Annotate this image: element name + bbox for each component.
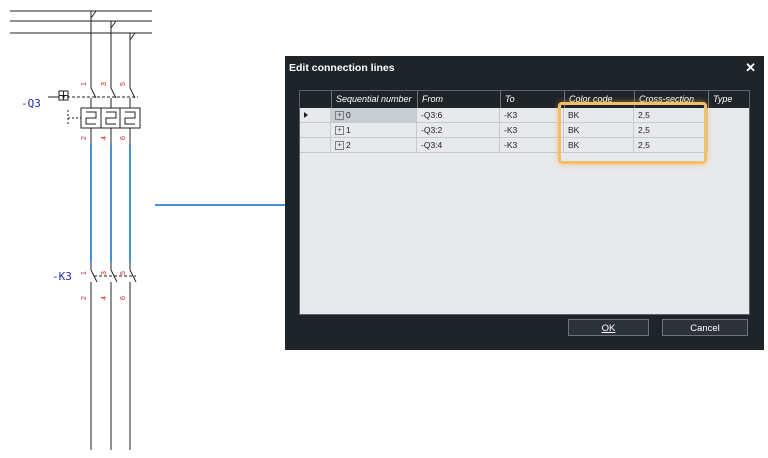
circuit-schematic: -Q3 1 3 5 2 4 6 -K3 1 3 5 2 4 6	[10, 10, 152, 450]
k3-contactor	[90, 262, 137, 450]
cell-from[interactable]: -Q3:4	[417, 138, 500, 153]
cell-sequential-number[interactable]: +1	[331, 123, 417, 138]
cell-from[interactable]: -Q3:6	[417, 108, 500, 123]
column-header-sequential-number[interactable]: Sequential number	[331, 91, 417, 108]
cell-color-code[interactable]: BK	[564, 108, 634, 123]
table-row[interactable]: +0 -Q3:6 -K3 BK 2,5	[300, 108, 710, 123]
cell-cross-section[interactable]: 2,5	[634, 138, 708, 153]
pin-number: 4	[101, 136, 108, 140]
column-header-cross-section[interactable]: Cross-section	[634, 91, 708, 108]
column-header-color-code[interactable]: Color code	[564, 91, 634, 108]
cancel-label: Cancel	[690, 323, 720, 334]
column-header-type[interactable]: Type	[708, 91, 749, 108]
bus-lines	[10, 10, 152, 42]
wires-upper	[90, 18, 131, 88]
expand-icon[interactable]: +	[335, 126, 344, 136]
edit-connection-lines-dialog: Edit connection lines ✕ Sequential numbe…	[285, 56, 764, 350]
pin-number: 2	[81, 136, 88, 140]
table-row[interactable]: +1 -Q3:2 -K3 BK 2,5	[300, 123, 710, 138]
cell-to[interactable]: -K3	[500, 138, 564, 153]
row-header-column	[300, 91, 331, 108]
pin-number: 5	[120, 82, 127, 86]
dialog-title: Edit connection lines	[289, 62, 395, 74]
pin-number: 6	[120, 296, 127, 300]
callout-connector-line	[155, 204, 285, 206]
k3-pin-numbers: 1 3 5 2 4 6	[81, 271, 127, 300]
cancel-button[interactable]: Cancel	[662, 319, 748, 336]
cell-to[interactable]: -K3	[500, 123, 564, 138]
row-indicator	[300, 108, 331, 123]
pin-number: 3	[101, 82, 108, 86]
ok-label: OK	[601, 323, 616, 334]
cell-cross-section[interactable]: 2,5	[634, 108, 708, 123]
cell-text: 0	[346, 110, 351, 120]
cell-to[interactable]: -K3	[500, 108, 564, 123]
pin-number: 6	[120, 136, 127, 140]
cell-cross-section[interactable]: 2,5	[634, 123, 708, 138]
row-indicator	[300, 123, 331, 138]
cell-color-code[interactable]: BK	[564, 123, 634, 138]
connection-lines-table: Sequential number From To Color code Cro…	[299, 90, 750, 315]
table-header: Sequential number From To Color code Cro…	[300, 91, 749, 108]
pin-number: 5	[120, 271, 127, 275]
pin-number: 4	[101, 296, 108, 300]
column-header-to[interactable]: To	[500, 91, 564, 108]
pin-number: 1	[81, 82, 88, 86]
ok-button[interactable]: OK	[568, 319, 649, 336]
cell-sequential-number[interactable]: +0	[331, 108, 417, 123]
cell-text: 1	[346, 125, 351, 135]
table-row[interactable]: +2 -Q3:4 -K3 BK 2,5	[300, 138, 710, 153]
cell-from[interactable]: -Q3:2	[417, 123, 500, 138]
expand-icon[interactable]: +	[335, 111, 344, 121]
cell-color-code[interactable]: BK	[564, 138, 634, 153]
highlighted-wires[interactable]	[90, 145, 131, 262]
pin-number: 1	[81, 271, 88, 275]
pin-number: 3	[101, 271, 108, 275]
pin-number: 2	[81, 296, 88, 300]
q3-label: -Q3	[21, 97, 41, 110]
current-row-icon	[304, 112, 308, 118]
column-header-from[interactable]: From	[417, 91, 500, 108]
dialog-titlebar[interactable]: Edit connection lines ✕	[285, 56, 764, 80]
close-icon[interactable]: ✕	[745, 56, 756, 80]
expand-icon[interactable]: +	[335, 141, 344, 151]
row-indicator	[300, 138, 331, 153]
cell-sequential-number[interactable]: +2	[331, 138, 417, 153]
cell-text: 2	[346, 140, 351, 150]
k3-label: -K3	[52, 270, 72, 283]
